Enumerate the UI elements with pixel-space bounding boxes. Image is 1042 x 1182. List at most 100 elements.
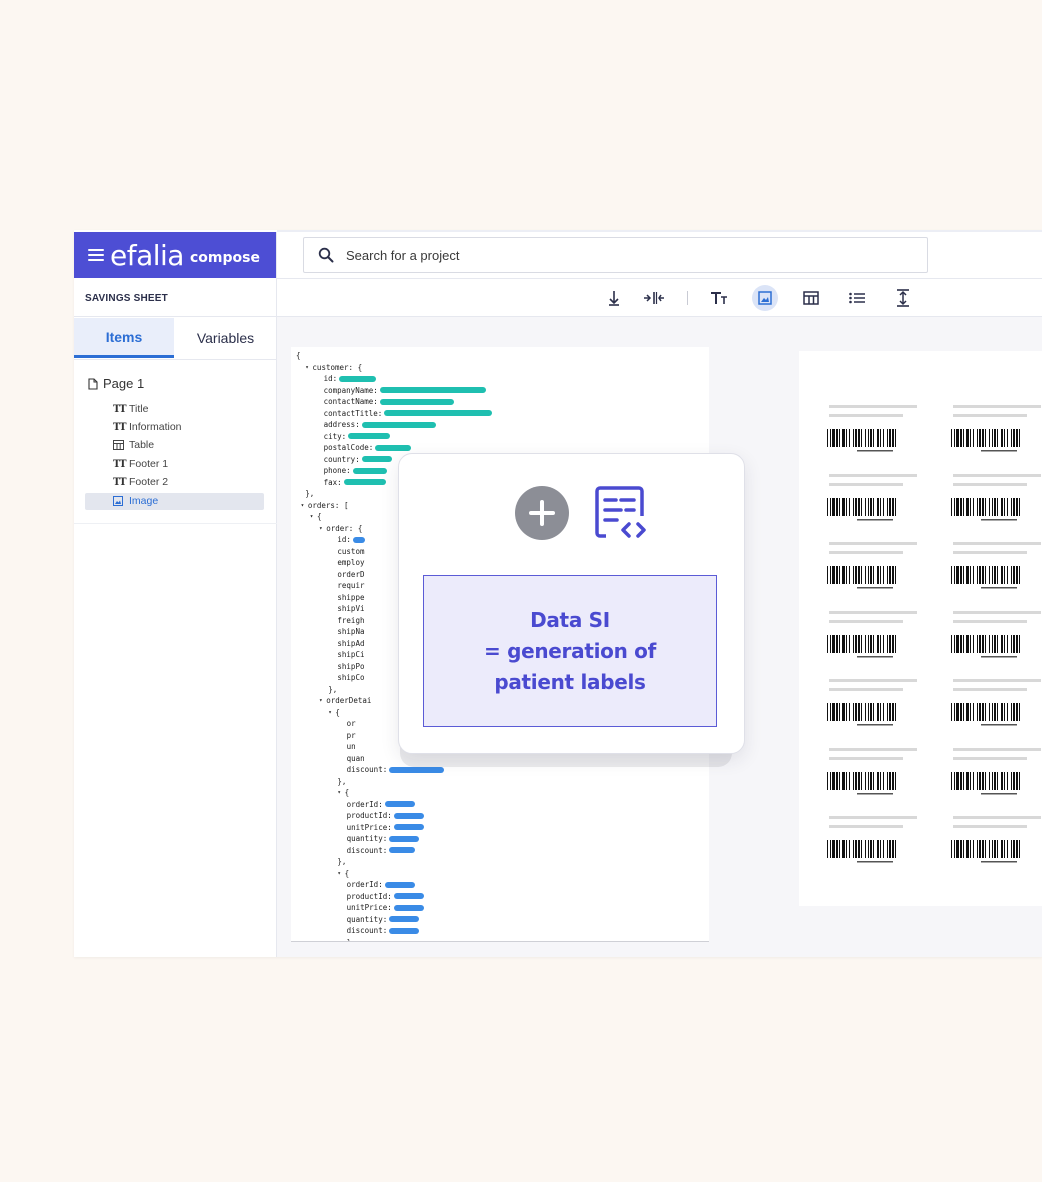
barcode-label	[951, 473, 1042, 529]
expand-caret-icon[interactable]: ▾	[319, 695, 326, 707]
barcode-icon	[951, 703, 1020, 726]
barcode-icon	[827, 840, 896, 863]
code-line-text: postalCode:	[323, 443, 374, 452]
label-text-line	[829, 610, 917, 614]
code-line: }	[296, 937, 492, 942]
barcode-label	[951, 747, 1042, 803]
code-line: orderId:	[296, 879, 492, 891]
text-icon[interactable]	[708, 287, 730, 309]
code-line: },	[296, 776, 492, 788]
sidebar-tabs: Items Variables	[74, 318, 277, 359]
tree-item-title[interactable]: TT Title	[113, 401, 148, 417]
code-line-text: contactName:	[323, 397, 378, 406]
data-source-icon[interactable]	[594, 486, 648, 542]
redacted-value	[393, 904, 424, 911]
tree-divider	[74, 523, 277, 524]
code-line-text: },	[328, 684, 338, 694]
code-line-text: requir	[337, 581, 365, 590]
expand-caret-icon[interactable]: ▾	[319, 523, 326, 535]
tree-item-label: Information	[129, 421, 182, 433]
code-line-text: customer: {	[312, 362, 363, 372]
expand-caret-icon[interactable]: ▾	[328, 707, 335, 719]
menu-icon[interactable]	[88, 246, 104, 264]
text-icon: TT	[113, 476, 127, 488]
add-icon[interactable]	[515, 486, 569, 540]
barcode-label	[827, 679, 919, 734]
code-line-text: {	[317, 512, 322, 521]
table-icon[interactable]	[800, 287, 822, 309]
barcode-label	[827, 610, 919, 666]
code-line-text: order: {	[326, 523, 363, 533]
code-line-text: },	[337, 776, 347, 786]
code-line: address:	[296, 419, 492, 431]
label-text-line	[953, 482, 1027, 486]
tree-item-table[interactable]: Table	[113, 437, 154, 453]
barcode-icon	[827, 771, 896, 794]
barcode-icon	[827, 429, 896, 452]
barcode-label	[951, 816, 1042, 871]
code-line-text: discount:	[346, 926, 388, 935]
tree-item-image[interactable]: Image	[113, 493, 158, 509]
code-line-text: id:	[337, 535, 351, 544]
expand-caret-icon[interactable]: ▾	[337, 787, 344, 799]
tree-item-label: Image	[129, 495, 159, 507]
redacted-value	[361, 456, 392, 463]
code-line: city:	[296, 431, 492, 443]
search-input[interactable]	[344, 246, 848, 264]
callout-line-3: patient labels	[494, 669, 646, 694]
tree-item-footer-2[interactable]: TT Footer 2	[113, 474, 168, 490]
code-line-text: {	[335, 707, 340, 717]
barcode-icon	[951, 497, 1020, 520]
text-icon: TT	[113, 403, 127, 415]
expand-caret-icon[interactable]: ▾	[301, 500, 308, 512]
code-line-text: orderDetai	[326, 696, 372, 705]
code-line: productId:	[296, 810, 492, 822]
search-box[interactable]	[303, 237, 928, 273]
code-line-text: country:	[323, 454, 360, 464]
code-line-text: employ	[337, 558, 365, 567]
code-line-text: shipCi	[337, 650, 365, 659]
code-line: unitPrice:	[296, 902, 492, 914]
code-line-text: orderId:	[346, 799, 383, 809]
tab-variables[interactable]: Variables	[174, 318, 277, 358]
tree-item-label: Footer 2	[129, 476, 169, 488]
redacted-value	[375, 444, 412, 451]
expand-caret-icon[interactable]: ▾	[337, 868, 344, 880]
code-line-text: companyName:	[323, 385, 378, 395]
label-text-line	[953, 679, 1041, 682]
tree-item-information[interactable]: TT Information	[113, 419, 182, 435]
tab-items[interactable]: Items	[74, 318, 174, 358]
sheet-title: SAVINGS SHEET	[85, 293, 168, 304]
barcode-label	[951, 610, 1042, 666]
code-line: ▾ customer: {	[296, 362, 492, 374]
list-icon[interactable]	[846, 287, 868, 309]
code-line-text: pr	[346, 730, 356, 740]
split-columns-icon[interactable]	[643, 287, 665, 309]
image-icon[interactable]	[752, 285, 778, 311]
code-line-text: },	[337, 857, 347, 866]
label-text-line	[953, 473, 1041, 477]
tree-page[interactable]: Page 1	[88, 376, 144, 391]
code-line: companyName:	[296, 385, 492, 397]
vertical-spacing-icon[interactable]	[892, 287, 914, 309]
code-line: ▾ {	[296, 787, 492, 799]
align-bottom-icon[interactable]	[603, 287, 625, 309]
barcode-icon	[951, 840, 1020, 863]
expand-caret-icon[interactable]: ▾	[310, 511, 317, 523]
tree-item-footer-1[interactable]: TT Footer 1	[113, 456, 168, 472]
expand-caret-icon[interactable]: ▾	[305, 362, 312, 374]
code-line-text: productId:	[346, 811, 392, 820]
tree-selection-highlight	[85, 493, 264, 510]
redacted-value	[339, 375, 377, 382]
redacted-value	[393, 893, 424, 900]
code-line-text: quan	[346, 753, 365, 763]
barcode-label	[827, 473, 919, 529]
code-line-text: un	[346, 742, 356, 751]
barcode-label	[827, 816, 919, 871]
redacted-value	[389, 847, 416, 854]
redacted-value	[352, 467, 387, 474]
label-text-line	[829, 816, 917, 819]
code-line-text: shipCo	[337, 673, 365, 682]
label-text-line	[829, 688, 903, 691]
label-text-line	[829, 747, 917, 751]
